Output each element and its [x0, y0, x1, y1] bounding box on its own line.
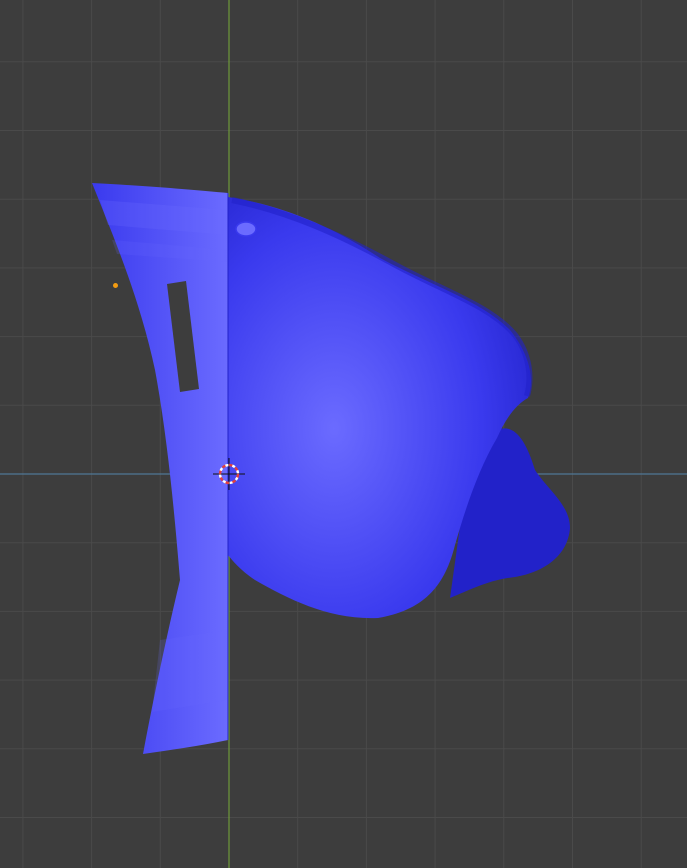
viewport-grid [0, 0, 687, 868]
mesh-strip-band [152, 630, 228, 712]
3d-viewport[interactable] [0, 0, 687, 868]
mesh-hole [235, 221, 257, 237]
3d-cursor-icon[interactable] [213, 458, 245, 490]
object-origin-icon[interactable] [113, 283, 118, 288]
